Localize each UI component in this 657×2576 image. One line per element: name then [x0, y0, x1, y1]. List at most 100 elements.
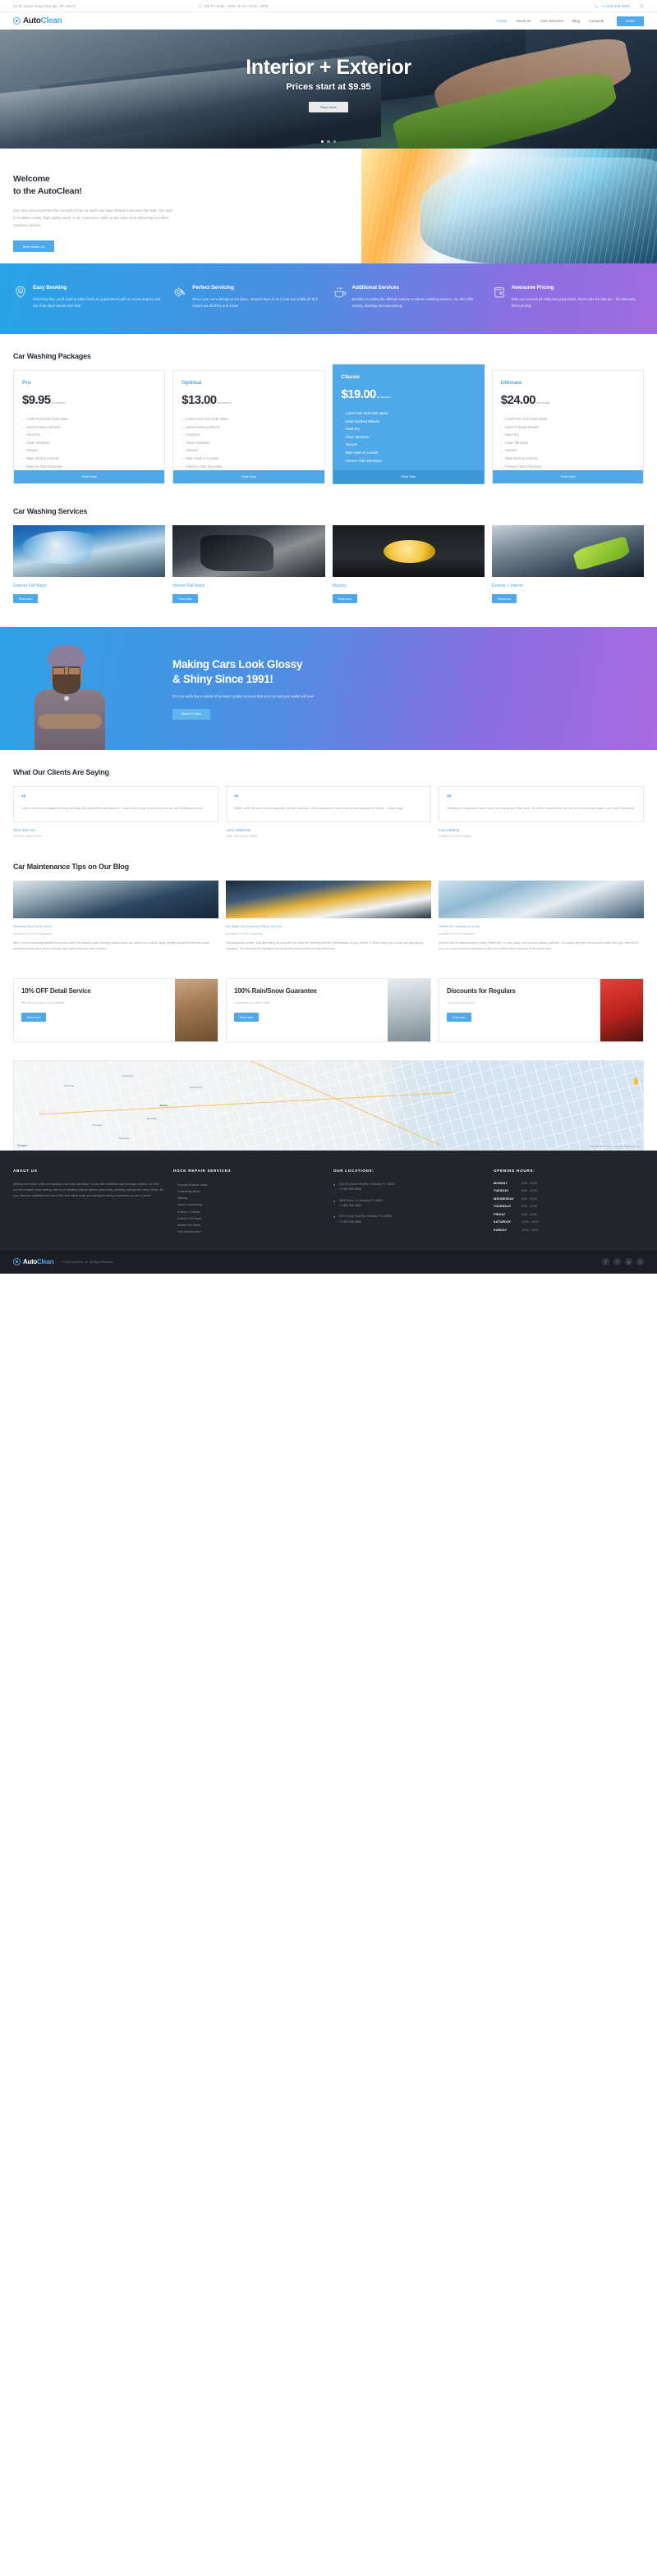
package-order-button[interactable]: Order Now [173, 470, 324, 484]
pegman-icon[interactable] [634, 1077, 638, 1085]
offer-read-more-button[interactable]: Read more [234, 1013, 260, 1023]
top-bar-right: +1 800 559 6580 [595, 4, 644, 8]
testimonial-location: Hode, from United States [226, 834, 258, 838]
package-order-button[interactable]: Order Now [14, 470, 165, 484]
hero-read-more-button[interactable]: Read more [309, 102, 348, 112]
service-card-exterior-full-wash[interactable]: Exterior Full Wash Read more [13, 525, 166, 604]
footer-hours-row: SUNDAY 10:00 - 16:00 [494, 1229, 644, 1232]
blog-post-title[interactable]: Six Ways You Could be Killing Your Car [226, 924, 431, 929]
footer-hours-day: WEDNESDAY [494, 1196, 515, 1201]
blog-post-meta: by admin in % 2016 It Comments [13, 931, 52, 936]
nav-item-home[interactable]: Home [497, 19, 507, 23]
clock-icon [198, 3, 202, 8]
offer-image [175, 978, 218, 1041]
nav-item-about-us[interactable]: About us [516, 19, 531, 23]
rss-icon[interactable]: r [636, 1258, 644, 1266]
hero-content: Interior + Exterior Prices start at $9.9… [0, 30, 657, 149]
footer-service-item[interactable]: Exterior 1 Interior [173, 1209, 324, 1216]
package-order-button[interactable]: Order Now [492, 470, 643, 484]
blog-post-title[interactable]: Washing Your Car by Hand [13, 924, 218, 929]
nav-item-contacts[interactable]: Contacts [589, 19, 604, 23]
nav-item-auto-services[interactable]: Auto Services [540, 19, 563, 23]
twitter-icon[interactable]: t [613, 1258, 621, 1266]
package-feature: Hand-Finished Wheels [342, 417, 476, 428]
footer-service-item[interactable]: Exterior Full Wash [173, 1215, 324, 1223]
hero-dot-2[interactable] [327, 140, 330, 143]
footer-service-item[interactable]: Free Maintenance [173, 1229, 324, 1236]
testimonial-author: Karen Bishop [439, 827, 460, 832]
service-read-more-button[interactable]: Read more [172, 594, 198, 604]
footer-location-item: ● 4072 Curry Ford Rd, Orlando, FL 32806 … [333, 1214, 484, 1224]
offer-read-more-button[interactable]: Read more [21, 1013, 47, 1023]
footer-hours-time: 8:00 - 20:00 [521, 1181, 537, 1185]
footer-service-item[interactable]: Interior Vacuuming [173, 1201, 324, 1209]
blog-post-card[interactable]: "Wash Me" Writings on a Car by admin in … [439, 880, 644, 952]
service-read-more-button[interactable]: Read more [332, 594, 357, 604]
offer-body: 100% Rain/Snow Guarantee Guaranteed for … [227, 979, 388, 1041]
service-read-more-button[interactable]: Read more [13, 594, 39, 604]
package-body: Pro $9.95tax included 1,000-Point Soft C… [14, 371, 164, 473]
package-card-pro[interactable]: Pro $9.95tax included 1,000-Point Soft C… [13, 369, 166, 485]
hero-dot-3[interactable] [333, 140, 337, 143]
blog-post-card[interactable]: Six Ways You Could be Killing Your Car b… [226, 880, 431, 952]
service-card-waxing[interactable]: Waxing Read more [332, 525, 485, 604]
offer-card-discounts-for-regulars[interactable]: Discounts for Regulars Come and save tod… [439, 977, 644, 1042]
footer-bottom-bar: AutoClean © 2016 AutoClean, Inc. All Rig… [0, 1249, 657, 1274]
package-order-button[interactable]: Order Now [333, 470, 484, 484]
site-header: AutoClean Home About us Auto Services Bl… [0, 12, 657, 30]
feature-easy-booking: 24 Easy Booking First thing first, you'l… [13, 285, 165, 309]
facebook-icon[interactable]: f [602, 1258, 609, 1266]
map-roads [14, 1060, 643, 1150]
google-plus-icon[interactable]: g [625, 1258, 632, 1266]
package-tax-note: tax included [51, 400, 66, 405]
nav-item-blog[interactable]: Blog [572, 19, 580, 23]
package-card-ultimate[interactable]: Ultimate $24.00tax included 1,000-Point … [491, 369, 644, 485]
footer-service-item[interactable]: Waxing [173, 1195, 324, 1202]
cta-person-photo [23, 635, 122, 750]
package-name: Classic [341, 373, 361, 380]
testimonial-item: “ While I walk my cars exterior regularl… [226, 785, 431, 838]
hero-title: Interior + Exterior [246, 56, 411, 79]
package-name: Ultimate [500, 379, 522, 386]
footer-location-phone[interactable]: +1 800 559 6580 [339, 1187, 361, 1191]
package-feature-list: 1,000-Point Soft Cloth Wash Hand-Finishe… [22, 414, 156, 473]
footer-logo[interactable]: AutoClean [13, 1258, 54, 1266]
service-name: Waxing [332, 583, 347, 589]
package-card-classic[interactable]: Classic $19.00tax included 1,000-Point S… [332, 364, 485, 485]
footer-service-item[interactable]: Underbody Wash [173, 1188, 324, 1196]
package-card-optimal[interactable]: Optimal $13.00tax included 1,000-Point S… [172, 369, 325, 485]
offer-card-rain-snow-guarantee[interactable]: 100% Rain/Snow Guarantee Guaranteed for … [226, 977, 431, 1042]
top-bar-phone-text: +1 800 559 6580 [601, 3, 630, 8]
footer-service-item[interactable]: Express Exterior Wash [173, 1182, 324, 1189]
packages-grid: Pro $9.95tax included 1,000-Point Soft C… [13, 364, 644, 485]
hero-dot-1[interactable] [320, 140, 324, 143]
welcome-more-about-us-button[interactable]: More About Us [13, 240, 55, 253]
blog-post-card[interactable]: Washing Your Car by Hand by admin in % 2… [13, 880, 218, 952]
footer-logo-text: AutoClean [23, 1258, 54, 1266]
feature-title: Additional Services [351, 285, 400, 291]
blog-post-excerpt: Anyone can tell that someone writing "Wa… [439, 940, 638, 950]
service-read-more-button[interactable]: Read more [491, 594, 517, 604]
feature-title: Perfect Servicing [192, 285, 234, 291]
footer-service-item[interactable]: Interior Full Wash [173, 1222, 324, 1229]
service-card-exterior-interior[interactable]: Exterior + Interior Read more [491, 525, 644, 604]
service-card-interior-full-wash[interactable]: Interior Full Wash Read more [172, 525, 325, 604]
testimonials-section: What Our Clients Are Saying “ I had in s… [0, 750, 657, 856]
top-bar-phone[interactable]: +1 800 559 6580 [595, 4, 630, 8]
offer-card-detail-service[interactable]: 10% OFF Detail Service With the purchase… [13, 977, 218, 1042]
offer-read-more-button[interactable]: Read more [447, 1013, 472, 1023]
service-image [332, 525, 485, 578]
offer-image [600, 978, 643, 1041]
testimonial-item: “ I had in short my delegate all dusty a… [13, 785, 218, 838]
blog-post-title[interactable]: "Wash Me" Writings on a Car [439, 924, 644, 929]
map-label: Broadway [119, 1136, 130, 1140]
footer-location-phone[interactable]: +1 800 559 6580 [339, 1220, 361, 1224]
search-icon[interactable] [640, 3, 644, 8]
testimonial-text: Showing me anywhere how to your car is w… [447, 806, 636, 810]
footer-location-phone[interactable]: +1 800 559 6580 [339, 1204, 361, 1207]
logo[interactable]: AutoClean [13, 16, 62, 25]
welcome-text-column: Welcome to the AutoClean! Our crew did n… [0, 149, 353, 263]
header-order-button[interactable]: Order [617, 16, 644, 26]
cta-watch-video-button[interactable]: Watch A Video [172, 708, 210, 720]
google-map[interactable]: Cambridge Boston Brookline Broadway Some… [13, 1059, 644, 1151]
